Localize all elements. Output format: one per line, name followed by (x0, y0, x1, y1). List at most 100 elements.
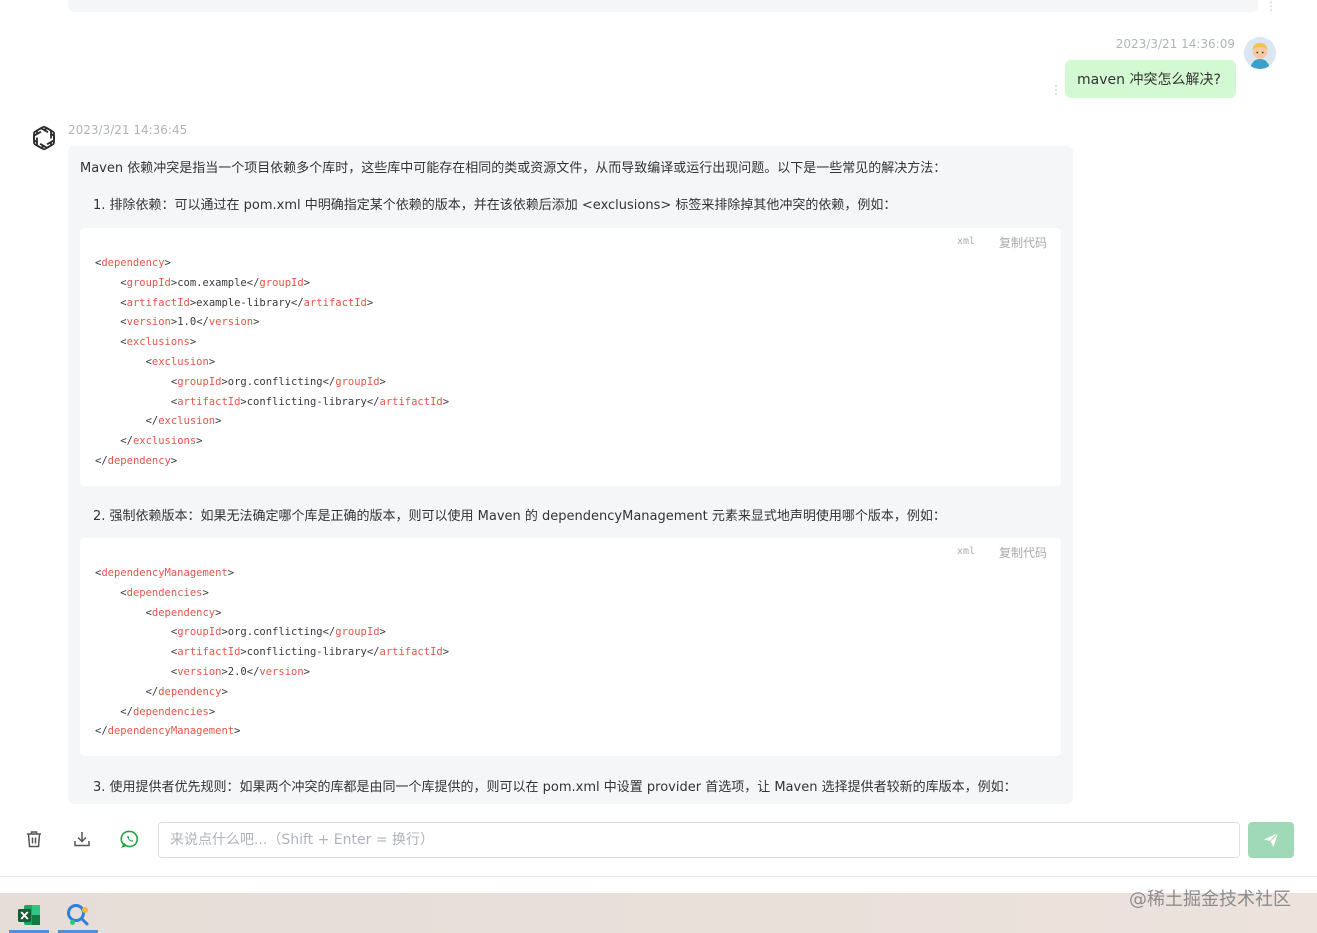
user-avatar-icon (1244, 37, 1276, 69)
code-line: </dependency> (95, 452, 449, 472)
search-chat-icon (67, 903, 89, 925)
clear-chat-button[interactable] (21, 826, 47, 852)
code-block: xml 复制代码 <dependency> <groupId>com.examp… (80, 228, 1061, 486)
code-punctuation: > (164, 257, 171, 269)
taskbar-excel[interactable] (9, 896, 49, 933)
trash-icon (27, 831, 41, 848)
code-tag: dependencyManagement (101, 567, 228, 579)
code-tag: dependencies (132, 705, 209, 718)
code-punctuation: </ (145, 415, 159, 428)
code-tag: groupId (177, 375, 222, 388)
code-punctuation: > (227, 567, 235, 579)
code-punctuation: > (221, 685, 228, 698)
code-punctuation: > (215, 606, 222, 619)
user-message-menu-icon[interactable]: ⋮ (1050, 84, 1062, 96)
bot-avatar (28, 122, 60, 154)
code-language-label: xml (956, 546, 975, 557)
send-button[interactable] (1248, 822, 1294, 858)
code-tag: groupId (126, 276, 171, 289)
bot-intro-text: Maven 依赖冲突是指当一个项目依赖多个库时，这些库中可能存在相同的类或资源文… (80, 161, 947, 176)
code-punctuation: > (303, 665, 310, 678)
code-text: 2.0 (227, 665, 247, 678)
code-tag: dependencies (126, 586, 203, 599)
code-line: <exclusions> (95, 333, 449, 353)
code-line: <dependency> (95, 604, 449, 624)
code-content: <dependencyManagement> <dependencies> <d… (95, 564, 449, 742)
code-punctuation: </ (95, 725, 108, 738)
code-punctuation: </ (120, 435, 133, 448)
watermark-text: @稀土掘金技术社区 (1129, 889, 1291, 910)
user-message-bubble: maven 冲突怎么解决? (1065, 60, 1236, 98)
code-line: <artifactId>conflicting-library</artifac… (95, 643, 449, 663)
code-punctuation: </ (322, 375, 336, 388)
code-tag: artifactId (177, 395, 241, 408)
code-punctuation: </ (322, 626, 336, 639)
excel-icon (18, 904, 40, 925)
code-content: <dependency> <groupId>com.example</group… (95, 254, 449, 472)
code-tag: groupId (335, 626, 380, 639)
send-icon (1264, 832, 1279, 847)
code-punctuation: </ (196, 316, 209, 329)
code-line: <dependencyManagement> (95, 564, 449, 584)
code-punctuation: </ (291, 296, 304, 309)
code-tag: dependency (107, 454, 171, 467)
code-line: <dependencies> (95, 584, 449, 604)
bot-message-timestamp: 2023/3/21 14:36:45 (68, 123, 188, 137)
code-line: <groupId>com.example</groupId> (95, 274, 449, 294)
code-tag: exclusion (158, 415, 216, 428)
message-input[interactable] (158, 822, 1240, 858)
step-1-text: 1. 排除依赖：可以通过在 pom.xml 中明确指定某个依赖的版本，并在该依赖… (93, 198, 897, 213)
code-tag: version (259, 665, 304, 678)
code-language-label: xml (956, 236, 975, 247)
code-block: xml 复制代码 <dependencyManagement> <depende… (80, 538, 1061, 756)
code-punctuation: > (379, 626, 386, 639)
code-punctuation: </ (145, 685, 159, 698)
code-punctuation: > (303, 276, 311, 289)
code-line: </dependency> (95, 683, 449, 703)
user-avatar (1244, 37, 1276, 69)
code-punctuation: > (379, 375, 386, 388)
bot-message-bubble: Maven 依赖冲突是指当一个项目依赖多个库时，这些库中可能存在相同的类或资源文… (68, 146, 1073, 804)
taskbar-search-chat[interactable] (58, 896, 98, 933)
code-punctuation: > (202, 586, 209, 599)
code-text: 1.0 (177, 316, 197, 329)
code-punctuation: </ (246, 276, 260, 289)
code-punctuation: > (170, 454, 178, 467)
code-punctuation: > (208, 705, 216, 718)
code-text: org.conflicting (227, 626, 323, 639)
code-punctuation: </ (366, 395, 380, 408)
code-text: org.conflicting (227, 375, 323, 388)
code-line: <artifactId>conflicting-library</artifac… (95, 393, 449, 413)
code-punctuation: </ (120, 705, 133, 718)
code-punctuation: > (442, 646, 450, 659)
code-punctuation: > (234, 725, 241, 738)
code-text: com.example (177, 276, 247, 289)
code-line: <groupId>org.conflicting</groupId> (95, 373, 449, 393)
code-punctuation: </ (246, 665, 260, 678)
code-text: conflicting-library (246, 646, 367, 659)
whatsapp-share-button[interactable] (117, 826, 143, 852)
code-line: <artifactId>example-library</artifactId> (95, 294, 449, 314)
code-line: </exclusion> (95, 412, 449, 432)
openai-logo-icon (29, 125, 59, 151)
previous-message-bubble (68, 0, 1258, 12)
code-punctuation: > (253, 316, 260, 329)
whatsapp-icon (120, 830, 139, 848)
copy-code-button[interactable]: 复制代码 (999, 234, 1047, 251)
code-tag: exclusions (132, 435, 197, 448)
step-2-text: 2. 强制依赖版本：如果无法确定哪个库是正确的版本，则可以使用 Maven 的 … (93, 509, 946, 524)
code-line: <exclusion> (95, 353, 449, 373)
download-button[interactable] (69, 826, 95, 852)
code-tag: version (208, 316, 254, 329)
code-tag: artifactId (126, 296, 190, 309)
code-text: conflicting-library (246, 395, 367, 408)
user-message-text: maven 冲突怎么解决? (1077, 72, 1221, 88)
window-bottom-edge (0, 876, 1317, 893)
message-menu-icon[interactable]: ⋮ (1265, 0, 1277, 12)
code-line: </dependencyManagement> (95, 722, 449, 742)
code-tag: artifactId (379, 646, 443, 659)
copy-code-button[interactable]: 复制代码 (999, 544, 1047, 561)
step-3-text: 3. 使用提供者优先规则：如果两个冲突的库都是由同一个库提供的，则可以在 pom… (93, 780, 1017, 795)
code-line: </exclusions> (95, 432, 449, 452)
code-line: <version>1.0</version> (95, 313, 449, 333)
